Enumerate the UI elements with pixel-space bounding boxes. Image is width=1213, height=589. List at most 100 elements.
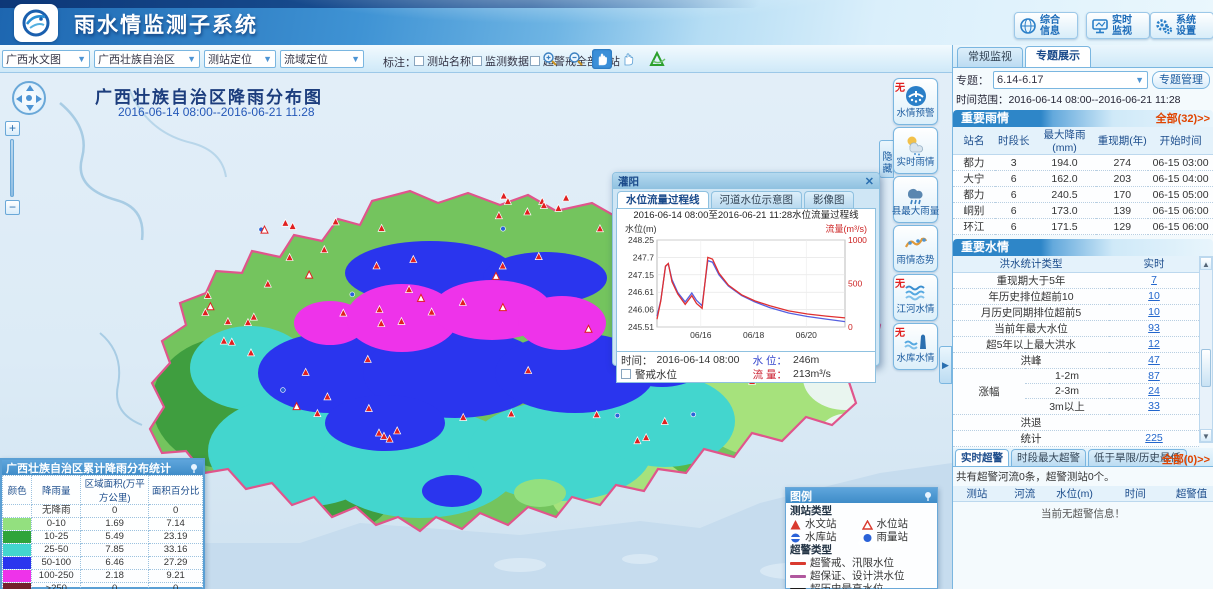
side-button-county-max-rain[interactable]: 县最大雨量 (893, 176, 938, 223)
close-icon[interactable]: ✕ (865, 175, 874, 188)
map-zoom-in-button[interactable]: + (5, 121, 20, 136)
nav-settings-button[interactable]: 系统设置 (1150, 12, 1213, 39)
basin-locate-select[interactable]: 流域定位▼ (280, 50, 364, 68)
topic-manage-button[interactable]: 专题管理 (1152, 71, 1210, 89)
rain-stats-title: 广西壮族自治区累计降雨分布统计 (6, 460, 171, 476)
water-row-label: 当前年最大水位 (953, 320, 1109, 336)
pan-east-icon[interactable] (36, 95, 42, 103)
pan-hand-icon[interactable] (592, 49, 612, 69)
water-count-link[interactable]: 93 (1148, 322, 1160, 334)
side-button-river-water[interactable]: 无 江河水情 (893, 274, 938, 321)
readout-time-value: 2016-06-14 08:00 (657, 354, 740, 366)
rain-stats-titlebar[interactable]: 广西壮族自治区累计降雨分布统计 (2, 460, 203, 475)
pan-south-icon[interactable] (26, 105, 34, 111)
cell-pct: 7.14 (149, 518, 203, 531)
svg-text:0: 0 (848, 322, 853, 332)
station-locate-select[interactable]: 测站定位▼ (204, 50, 276, 68)
cell-area: 5.49 (81, 531, 149, 544)
zoom-out-icon[interactable] (566, 49, 586, 69)
important-water-table: 洪水统计类型 实时 重现期大于5年7 年历史排位超前1010 月历史同期排位超前… (953, 256, 1199, 447)
river-line (100, 333, 142, 425)
map-zoom-slider[interactable] (10, 139, 14, 197)
nav-monitor-button[interactable]: 实时监视 (1086, 12, 1150, 39)
water-count-link[interactable]: 7 (1151, 274, 1157, 286)
col-station: 站名 (953, 127, 995, 155)
readout-flow-label: 流 量： (753, 367, 787, 382)
water-count-link[interactable]: 33 (1148, 400, 1160, 412)
legend-station-group-label: 测站类型 (790, 505, 933, 518)
scroll-down-icon[interactable]: ▼ (1200, 429, 1212, 442)
water-count-link[interactable]: 47 (1148, 354, 1160, 366)
rain-table-row[interactable]: 大宁 6 162.0 203 06-15 04:00 (953, 171, 1213, 187)
scrollbar[interactable]: ▲ ▼ (1199, 256, 1213, 443)
water-count-link[interactable]: 12 (1148, 338, 1160, 350)
pan-compass[interactable] (12, 81, 46, 115)
tab-topic-display[interactable]: 专题展示 (1025, 46, 1091, 67)
hide-strip-tab[interactable]: 隐藏 (879, 140, 894, 178)
scroll-up-icon[interactable]: ▲ (1200, 257, 1212, 270)
warn-level-checkbox[interactable] (621, 369, 631, 379)
pan-west-icon[interactable] (16, 95, 22, 103)
stage-flow-chart[interactable]: 248.25247.7247.15246.61246.06245.5110005… (619, 235, 875, 345)
side-button-reservoir-water[interactable]: 无 水库水情 (893, 323, 938, 370)
tab-period-max-alert[interactable]: 时段最大超警 (1011, 449, 1086, 466)
alert-summary: 共有超警河流0条，超警测站0个。 (953, 467, 1213, 486)
svg-text:246.06: 246.06 (628, 305, 654, 315)
side-button-realtime-rain[interactable]: 实时雨情 (893, 127, 938, 174)
side-button-rain-trend[interactable]: 雨情态势 (893, 225, 938, 272)
rain-table-row[interactable]: 环江 6 171.5 129 06-15 06:00 (953, 219, 1213, 235)
rain-table-row[interactable]: 都力 6 240.5 170 06-15 05:00 (953, 187, 1213, 203)
water-count-link[interactable]: 87 (1148, 370, 1160, 382)
popup-titlebar[interactable]: 灌阳 ✕ (613, 173, 879, 189)
map-zoom-out-button[interactable]: − (5, 200, 20, 215)
app-logo-icon (14, 4, 58, 42)
rain-cloud-icon (904, 182, 928, 206)
cell-start-time: 06-15 05:00 (1148, 187, 1213, 203)
rain-all-link[interactable]: 全部(32)>> (1156, 111, 1210, 127)
tab-imagery[interactable]: 影像图 (804, 191, 854, 208)
panel-collapse-handle[interactable]: ▶ (939, 346, 952, 384)
pan-north-icon[interactable] (26, 85, 34, 91)
select-hand-icon[interactable] (618, 49, 638, 69)
rain-station-icon (862, 533, 873, 543)
checkbox-station-name[interactable]: 测站名称 (414, 53, 471, 69)
color-swatch (3, 570, 31, 582)
chart-title: 2016-06-14 08:00至2016-06-21 11:28水位流量过程线 (619, 210, 873, 222)
scroll-thumb[interactable] (1201, 349, 1211, 387)
pin-icon[interactable] (923, 491, 933, 501)
region-select[interactable]: 广西壮族自治区▼ (94, 50, 200, 68)
water-count-link[interactable]: 24 (1148, 385, 1160, 397)
tab-regular-monitor[interactable]: 常规监视 (957, 47, 1023, 67)
topic-select[interactable]: 6.14-6.17▼ (993, 71, 1148, 89)
river-line (60, 103, 142, 240)
right-panel: 常规监视 专题展示 专题： 6.14-6.17▼ 专题管理 时间范围：2016-… (952, 45, 1213, 589)
chevron-down-icon: ▼ (77, 54, 86, 64)
cell-area: 0 (81, 505, 149, 518)
pan-center-icon[interactable] (26, 95, 32, 101)
water-count-link[interactable]: 10 (1148, 290, 1160, 302)
checkbox-monitor-data[interactable]: 监测数据 (472, 53, 529, 69)
rain-stats-row: 100-250 2.18 9.21 (3, 570, 203, 583)
zoom-in-icon[interactable] (540, 49, 560, 69)
legend-titlebar[interactable]: 图例 (786, 488, 937, 503)
water-row-label: 洪峰 (953, 352, 1109, 368)
basemap-select[interactable]: 广西水文图▼ (2, 50, 90, 68)
rain-table-row[interactable]: 峒别 6 173.0 139 06-15 06:00 (953, 203, 1213, 219)
tab-realtime-alert[interactable]: 实时超警 (955, 449, 1009, 466)
svg-text:247.15: 247.15 (628, 270, 654, 280)
route-measure-icon[interactable] (648, 49, 668, 69)
tab-channel-stage-sketch[interactable]: 河道水位示意图 (711, 191, 803, 208)
svg-text:245.51: 245.51 (628, 322, 654, 332)
popup-tabs: 水位流量过程线 河道水位示意图 影像图 (613, 189, 879, 208)
nav-info-button[interactable]: 综合信息 (1014, 12, 1078, 39)
station-popup-window[interactable]: 灌阳 ✕ 水位流量过程线 河道水位示意图 影像图 2016-06-14 08:0… (612, 172, 880, 366)
water-count-link[interactable]: 225 (1145, 432, 1163, 444)
alert-all-link[interactable]: 全部(0)>> (1162, 451, 1210, 467)
rain-table-row[interactable]: 都力 3 194.0 274 06-15 03:00 (953, 155, 1213, 171)
water-count-link[interactable]: 10 (1148, 306, 1160, 318)
pin-icon[interactable] (189, 463, 199, 473)
nav-info-line2: 信息 (1040, 26, 1060, 37)
side-button-flood-warning[interactable]: 无 水情预警 (893, 78, 938, 125)
tab-stage-flow-curve[interactable]: 水位流量过程线 (617, 191, 709, 208)
legend-item-label: 水库站 (805, 531, 837, 544)
